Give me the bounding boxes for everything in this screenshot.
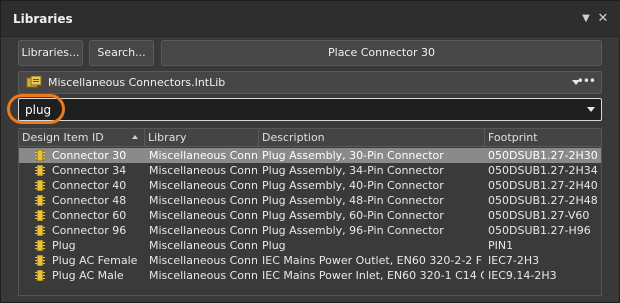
column-header-footprint[interactable]: Footprint bbox=[485, 129, 601, 147]
cell-library: Miscellaneous Conne bbox=[149, 224, 257, 237]
component-icon bbox=[35, 270, 45, 281]
cell-footprint: 050DSUB1.27-V60 bbox=[488, 209, 590, 222]
cell-library: Miscellaneous Conne bbox=[149, 254, 257, 267]
components-table: Design Item ID Library Description Footp… bbox=[18, 128, 602, 296]
filter-field[interactable] bbox=[18, 98, 602, 121]
cell-description: Plug Assembly, 30-Pin Connector bbox=[262, 149, 444, 162]
cell-description: Plug Assembly, 40-Pin Connector bbox=[262, 179, 444, 192]
table-row[interactable]: Connector 48 Miscellaneous Conne Plug Asse… bbox=[19, 193, 601, 208]
cell-library: Miscellaneous Conne bbox=[149, 164, 257, 177]
table-row[interactable]: Connector 60 Miscellaneous Conne Plug Asse… bbox=[19, 208, 601, 223]
close-icon[interactable]: ✕ bbox=[596, 12, 610, 26]
table-row[interactable]: Connector 30 Miscellaneous Conne Plug Asse… bbox=[19, 148, 601, 163]
libraries-button[interactable]: Libraries... bbox=[18, 40, 83, 66]
cell-design-item-id: Connector 30 bbox=[52, 149, 127, 162]
table-row[interactable]: Plug Miscellaneous Conne Plug PIN1 bbox=[19, 238, 601, 253]
table-row[interactable]: Connector 34 Miscellaneous Conne Plug Asse… bbox=[19, 163, 601, 178]
cell-description: Plug Assembly, 60-Pin Connector bbox=[262, 209, 444, 222]
search-button[interactable]: Search... bbox=[89, 40, 154, 66]
cell-design-item-id: Connector 60 bbox=[52, 209, 127, 222]
cell-library: Miscellaneous Conne bbox=[149, 239, 257, 252]
cell-footprint: 050DSUB1.27-2H40 bbox=[488, 179, 598, 192]
library-icon bbox=[26, 76, 42, 88]
cell-library: Miscellaneous Conne bbox=[149, 209, 257, 222]
component-icon bbox=[35, 150, 45, 161]
cell-footprint: IEC9.14-2H3 bbox=[488, 269, 557, 282]
more-options-icon[interactable]: ••• bbox=[577, 74, 596, 88]
cell-footprint: IEC7-2H3 bbox=[488, 254, 540, 267]
cell-description: Plug Assembly, 48-Pin Connector bbox=[262, 194, 444, 207]
filter-input[interactable] bbox=[25, 102, 585, 118]
component-icon bbox=[35, 210, 45, 221]
cell-description: IEC Mains Power Inlet, EN60 320-1 C14 Cl… bbox=[262, 269, 484, 282]
component-icon bbox=[35, 165, 45, 176]
chevron-down-icon[interactable] bbox=[587, 107, 595, 112]
table-row[interactable]: Plug AC Male Miscellaneous Conne IEC Mains… bbox=[19, 268, 601, 283]
cell-library: Miscellaneous Conne bbox=[149, 269, 257, 282]
cell-description: Plug Assembly, 96-Pin Connector bbox=[262, 224, 444, 237]
cell-footprint: PIN1 bbox=[488, 239, 514, 252]
cell-footprint: 050DSUB1.27-2H34 bbox=[488, 164, 598, 177]
cell-library: Miscellaneous Conne bbox=[149, 149, 257, 162]
cell-footprint: 050DSUB1.27-H96 bbox=[488, 224, 591, 237]
library-selector-value: Miscellaneous Connectors.IntLib bbox=[48, 76, 226, 89]
cell-design-item-id: Plug AC Male bbox=[52, 269, 124, 282]
column-header-design-item-id[interactable]: Design Item ID bbox=[19, 129, 145, 147]
cell-design-item-id: Connector 96 bbox=[52, 224, 127, 237]
cell-footprint: 050DSUB1.27-2H30 bbox=[488, 149, 598, 162]
column-header-library[interactable]: Library bbox=[145, 129, 259, 147]
component-icon bbox=[35, 225, 45, 236]
cell-design-item-id: Plug bbox=[52, 239, 76, 252]
cell-library: Miscellaneous Conne bbox=[149, 179, 257, 192]
panel-title: Libraries bbox=[13, 12, 73, 26]
table-row[interactable]: Connector 40 Miscellaneous Conne Plug Asse… bbox=[19, 178, 601, 193]
table-header: Design Item ID Library Description Footp… bbox=[19, 129, 601, 147]
cell-description: Plug Assembly, 34-Pin Connector bbox=[262, 164, 444, 177]
cell-description: Plug bbox=[262, 239, 286, 252]
cell-library: Miscellaneous Conne bbox=[149, 194, 257, 207]
sort-ascending-icon bbox=[132, 135, 138, 139]
column-header-label: Design Item ID bbox=[22, 131, 104, 144]
place-component-button[interactable]: Place Connector 30 bbox=[161, 40, 602, 66]
library-selector[interactable]: Miscellaneous Connectors.IntLib ••• bbox=[18, 71, 602, 94]
cell-footprint: 050DSUB1.27-2H48 bbox=[488, 194, 598, 207]
column-header-description[interactable]: Description bbox=[259, 129, 485, 147]
cell-design-item-id: Connector 34 bbox=[52, 164, 127, 177]
table-row[interactable]: Plug AC Female Miscellaneous Conne IEC Mai… bbox=[19, 253, 601, 268]
cell-description: IEC Mains Power Outlet, EN60 320-2-2 F C… bbox=[262, 254, 484, 267]
component-icon bbox=[35, 195, 45, 206]
libraries-panel: Libraries ▼ ✕ Libraries... Search... Pla… bbox=[0, 0, 620, 303]
component-icon bbox=[35, 180, 45, 191]
pin-icon[interactable]: ▼ bbox=[579, 12, 593, 26]
component-icon bbox=[35, 255, 45, 266]
cell-design-item-id: Connector 48 bbox=[52, 194, 127, 207]
cell-design-item-id: Plug AC Female bbox=[52, 254, 138, 267]
cell-design-item-id: Connector 40 bbox=[52, 179, 127, 192]
filter-highlight-annotation bbox=[7, 94, 65, 124]
table-row[interactable]: Connector 96 Miscellaneous Conne Plug Asse… bbox=[19, 223, 601, 238]
panel-titlebar: Libraries ▼ ✕ bbox=[1, 1, 620, 37]
component-icon bbox=[35, 240, 45, 251]
